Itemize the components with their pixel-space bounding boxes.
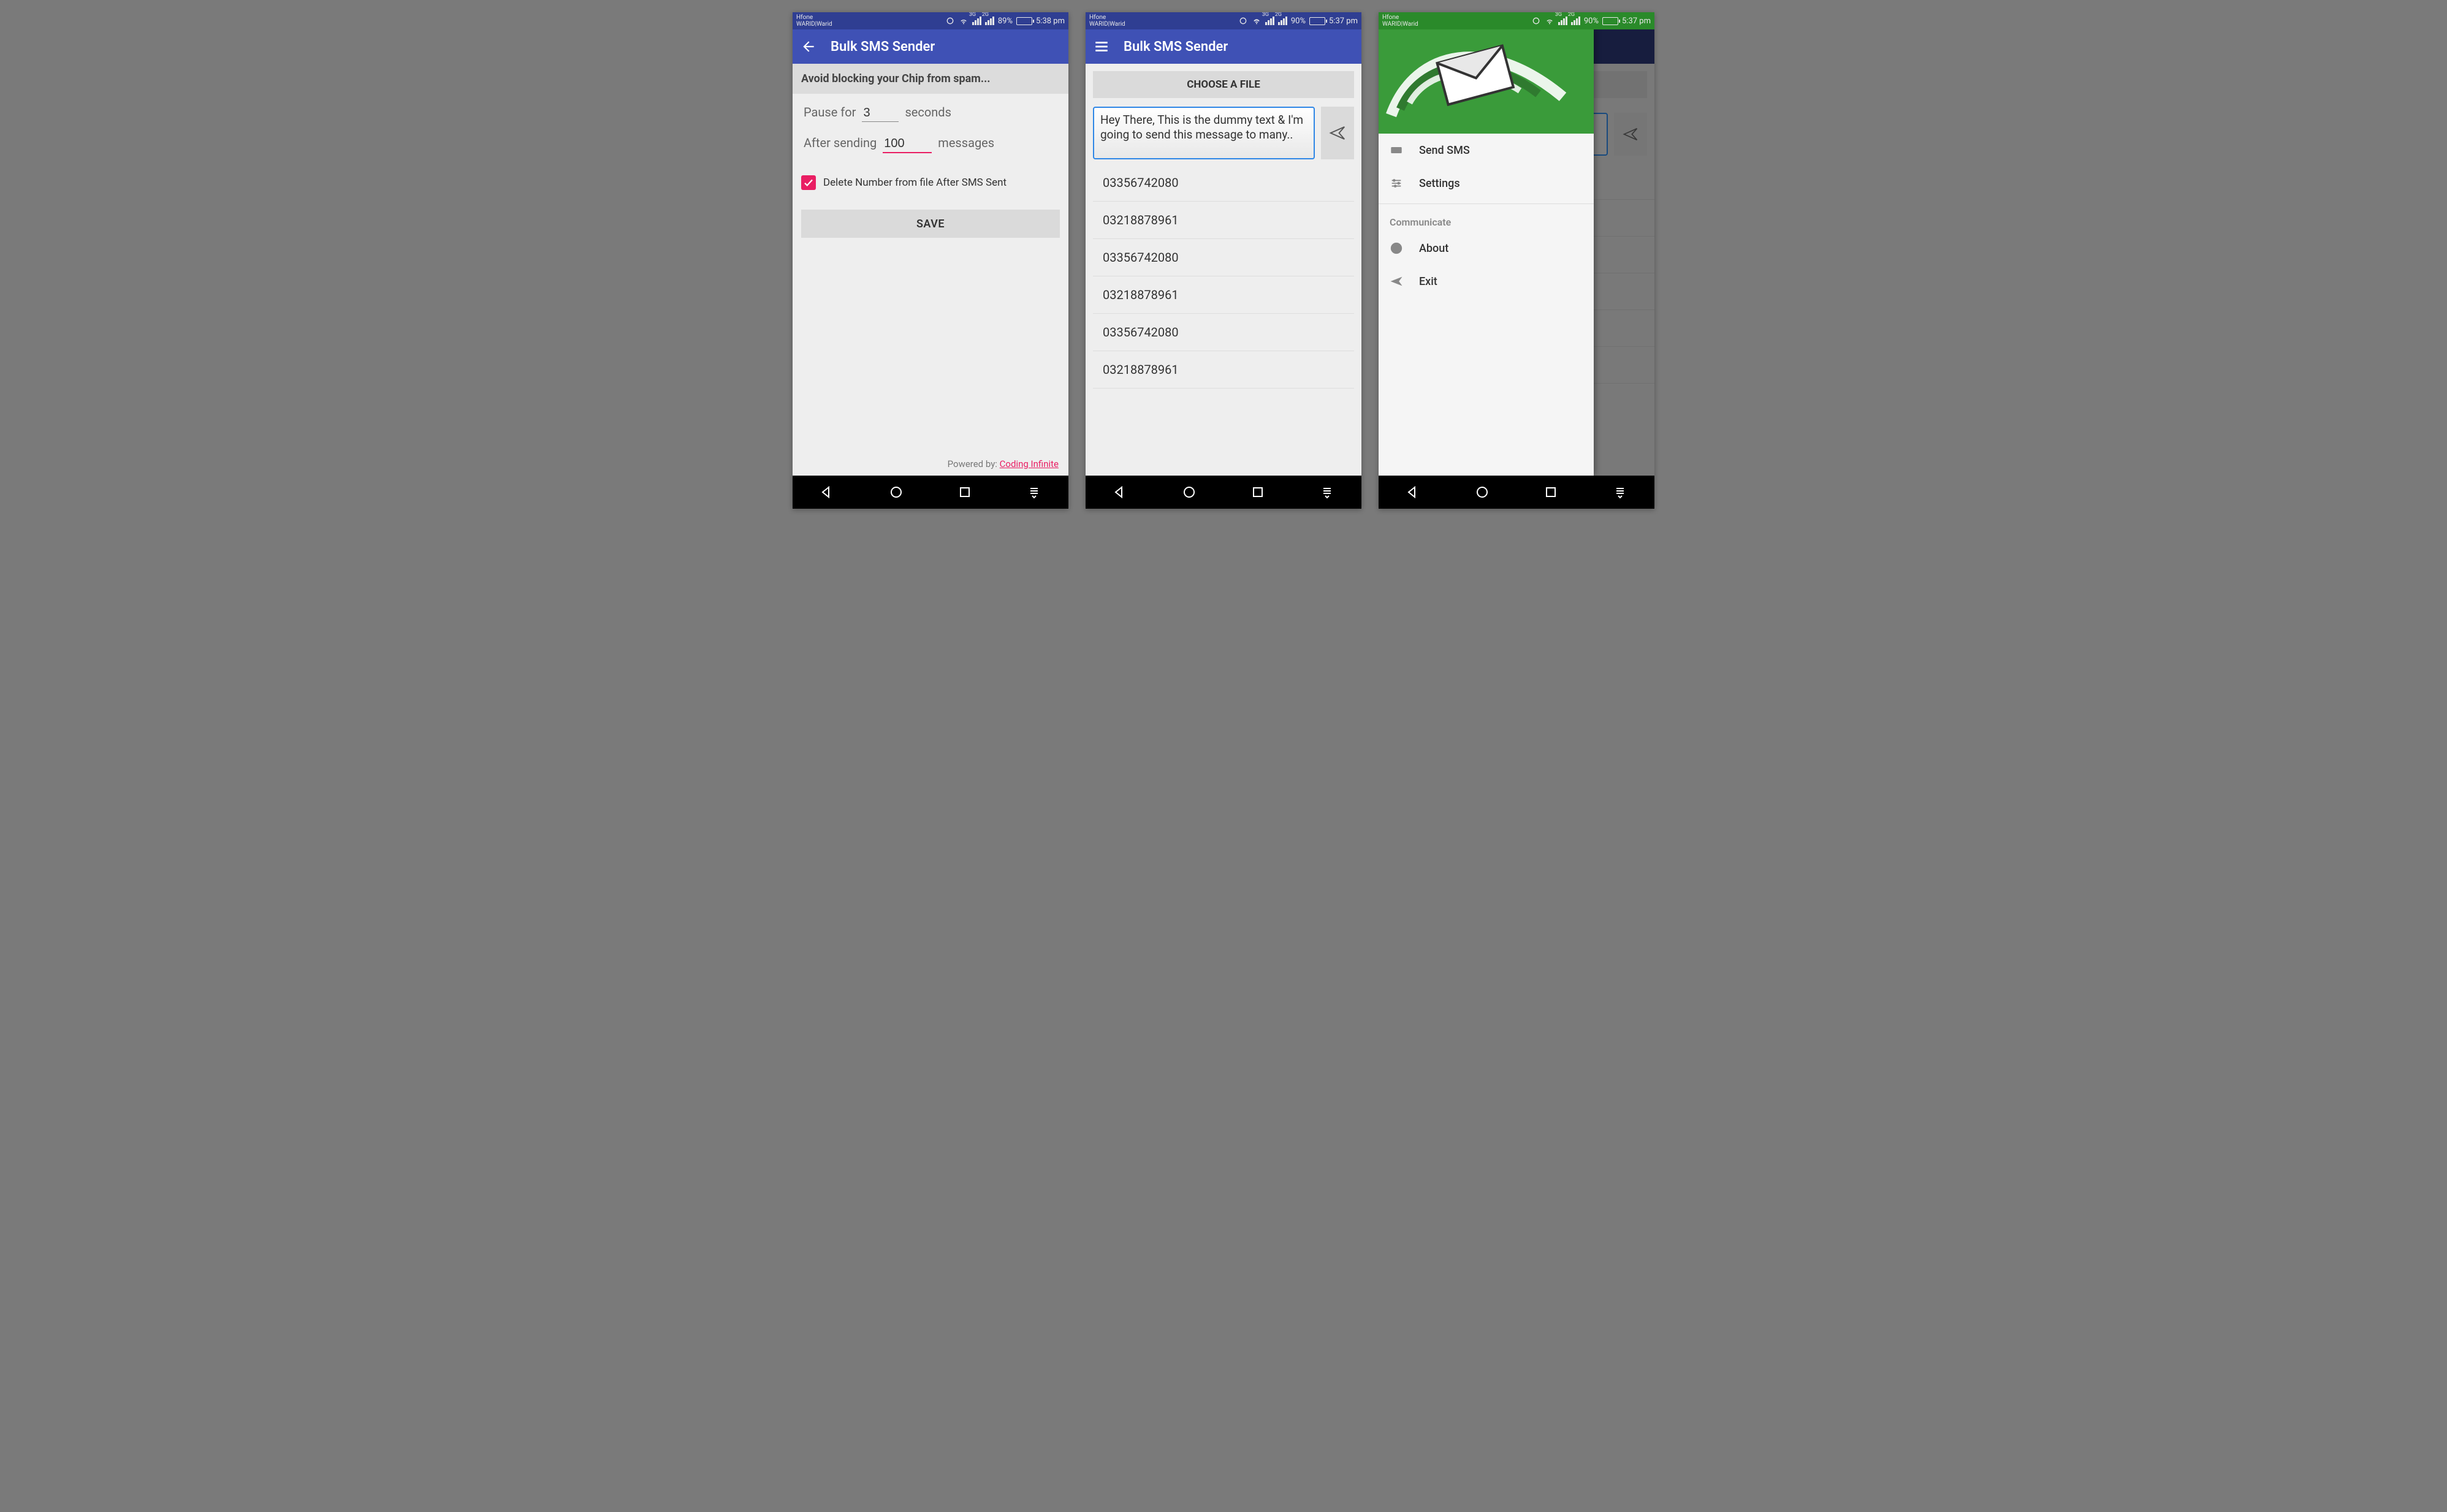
send-button[interactable] (1321, 107, 1354, 159)
system-nav-bar (1086, 476, 1361, 509)
choose-file-button[interactable]: CHOOSE A FILE (1093, 71, 1354, 98)
signal-2g-icon: 2G (1571, 17, 1580, 25)
nav-recent-icon[interactable] (1542, 484, 1559, 501)
drawer-item-send-sms[interactable]: Send SMS (1379, 134, 1594, 167)
drawer-item-label: Exit (1419, 275, 1437, 288)
send-icon (1328, 124, 1347, 142)
info-icon (1390, 241, 1403, 255)
nav-home-icon[interactable] (1181, 484, 1198, 501)
signal-2g-icon: 2G (1278, 17, 1287, 25)
nav-back-icon[interactable] (818, 484, 835, 501)
phone-drawer-screen: Hfone WARID|Warid 3G 2G 90% 5:37 pm (1379, 12, 1654, 509)
nav-menu-down-icon[interactable] (1026, 484, 1043, 501)
footer-link[interactable]: Coding Infinite (1000, 458, 1059, 469)
drawer-item-exit[interactable]: Exit (1379, 265, 1594, 298)
battery-icon (1309, 17, 1325, 25)
checkbox-checked-icon[interactable] (801, 175, 816, 190)
exit-arrow-icon (1390, 275, 1403, 288)
after-label-post: messages (938, 135, 994, 150)
signal-3g-icon: 3G (972, 17, 981, 25)
clock-label: 5:38 pm (1036, 17, 1065, 26)
drawer-item-label: Settings (1419, 177, 1460, 190)
delete-number-checkbox-row[interactable]: Delete Number from file After SMS Sent (793, 172, 1068, 194)
alarm-icon (1238, 16, 1248, 26)
appbar-title: Bulk SMS Sender (831, 39, 935, 55)
wifi-icon (1545, 16, 1555, 26)
alarm-icon (945, 16, 955, 26)
carrier-label: Hfone WARID|Warid (1382, 14, 1418, 28)
list-item[interactable]: 03356742080 (1093, 164, 1354, 202)
nav-home-icon[interactable] (888, 484, 905, 501)
clock-label: 5:37 pm (1622, 17, 1651, 26)
pause-seconds-input[interactable] (862, 105, 899, 122)
list-item[interactable]: 03356742080 (1093, 239, 1354, 276)
divider (1379, 203, 1594, 204)
signal-3g-icon: 3G (1558, 17, 1567, 25)
appbar-title: Bulk SMS Sender (1124, 39, 1228, 55)
message-textarea[interactable]: Hey There, This is the dummy text & I'm … (1093, 107, 1315, 159)
after-row: After sending messages (804, 135, 1057, 153)
list-item[interactable]: 03218878961 (1093, 276, 1354, 314)
list-item[interactable]: 03356742080 (1093, 314, 1354, 351)
list-item[interactable]: 03218878961 (1093, 351, 1354, 389)
phone-settings-screen: Hfone WARID|Warid 3G 2G 89% 5:38 pm Bulk… (793, 12, 1068, 509)
drawer-section-label: Communicate (1379, 208, 1594, 232)
battery-icon (1016, 17, 1032, 25)
save-button[interactable]: SAVE (801, 210, 1060, 238)
app-bar: Bulk SMS Sender (793, 29, 1068, 64)
wifi-icon (959, 16, 969, 26)
back-arrow-icon[interactable] (800, 38, 817, 55)
checkbox-label: Delete Number from file After SMS Sent (823, 177, 1007, 189)
navigation-drawer: Send SMS Settings Communicate About Exit (1379, 29, 1594, 476)
pause-label-post: seconds (905, 105, 951, 120)
nav-back-icon[interactable] (1111, 484, 1128, 501)
drawer-item-label: Send SMS (1419, 144, 1470, 157)
settings-sliders-icon (1390, 177, 1403, 190)
system-nav-bar (1379, 476, 1654, 509)
nav-menu-down-icon[interactable] (1612, 484, 1629, 501)
app-bar: Bulk SMS Sender (1086, 29, 1361, 64)
nav-menu-down-icon[interactable] (1319, 484, 1336, 501)
drawer-item-about[interactable]: About (1379, 232, 1594, 265)
section-heading: Avoid blocking your Chip from spam... (793, 64, 1068, 94)
system-nav-bar (793, 476, 1068, 509)
hamburger-menu-icon[interactable] (1093, 38, 1110, 55)
nav-back-icon[interactable] (1404, 484, 1421, 501)
status-bar: Hfone WARID|Warid 3G 2G 90% 5:37 pm (1379, 12, 1654, 29)
footer-credit: Powered by: Coding Infinite (948, 458, 1059, 469)
numbers-list: 03356742080 03218878961 03356742080 0321… (1093, 164, 1354, 389)
signal-2g-icon: 2G (985, 17, 994, 25)
alarm-icon (1531, 16, 1541, 26)
status-bar: Hfone WARID|Warid 3G 2G 89% 5:38 pm (793, 12, 1068, 29)
clock-label: 5:37 pm (1329, 17, 1358, 26)
pause-label-pre: Pause for (804, 105, 856, 120)
list-item[interactable]: 03218878961 (1093, 202, 1354, 239)
battery-icon (1602, 17, 1618, 25)
settings-content: Avoid blocking your Chip from spam... Pa… (793, 64, 1068, 476)
pause-row: Pause for seconds (804, 105, 1057, 122)
drawer-screen-content: Send SMS Settings Communicate About Exit (1379, 29, 1654, 476)
status-bar: Hfone WARID|Warid 3G 2G 90% 5:37 pm (1086, 12, 1361, 29)
phone-send-screen: Hfone WARID|Warid 3G 2G 90% 5:37 pm Bulk… (1086, 12, 1361, 509)
signal-3g-icon: 3G (1265, 17, 1274, 25)
nav-home-icon[interactable] (1474, 484, 1491, 501)
wifi-icon (1252, 16, 1262, 26)
send-sms-icon (1390, 143, 1403, 157)
after-label-pre: After sending (804, 135, 877, 150)
after-count-input[interactable] (883, 135, 932, 153)
nav-recent-icon[interactable] (956, 484, 973, 501)
carrier-label: Hfone WARID|Warid (796, 14, 832, 28)
drawer-header-logo (1379, 29, 1594, 134)
battery-percent: 89% (998, 17, 1013, 26)
send-content: CHOOSE A FILE Hey There, This is the dum… (1086, 64, 1361, 476)
app-logo-icon (1379, 29, 1594, 134)
battery-percent: 90% (1584, 17, 1599, 26)
drawer-item-settings[interactable]: Settings (1379, 167, 1594, 200)
drawer-item-label: About (1419, 242, 1448, 255)
battery-percent: 90% (1291, 17, 1306, 26)
carrier-label: Hfone WARID|Warid (1089, 14, 1125, 28)
nav-recent-icon[interactable] (1249, 484, 1266, 501)
